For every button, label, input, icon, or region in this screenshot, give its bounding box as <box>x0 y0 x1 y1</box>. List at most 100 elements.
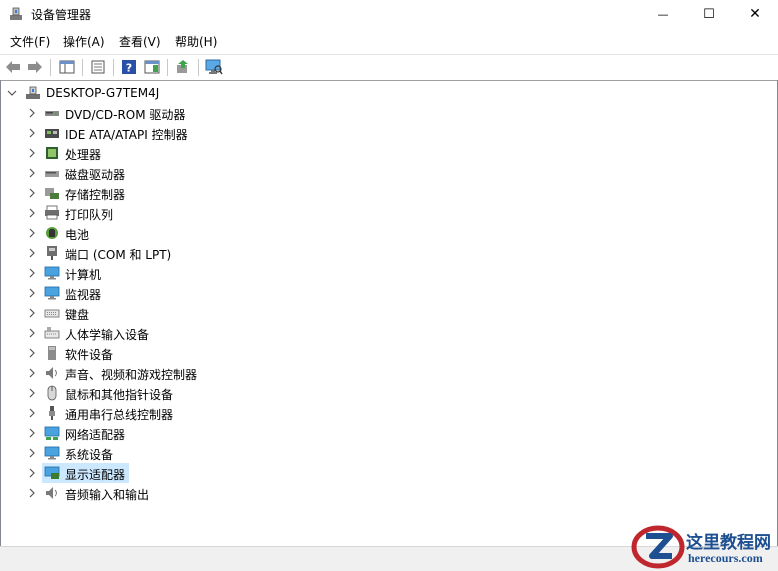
tree-item[interactable]: 软件设备 <box>1 343 777 363</box>
forward-button[interactable] <box>25 58 45 76</box>
tree-item[interactable]: 人体学输入设备 <box>1 323 777 343</box>
tree-item[interactable]: DVD/CD-ROM 驱动器 <box>1 103 777 123</box>
tree-item-label: 网络适配器 <box>65 428 126 442</box>
processor-icon <box>46 147 58 159</box>
chevron-right-icon[interactable] <box>27 466 37 480</box>
console-tree-icon <box>59 60 75 74</box>
tree-item[interactable]: 电池 <box>1 223 777 243</box>
chevron-right-icon[interactable] <box>27 226 37 240</box>
watermark-site: herecours.com <box>688 551 763 565</box>
menu-action[interactable]: 操作(A) <box>63 33 105 50</box>
tree-item[interactable]: 计算机 <box>1 263 777 283</box>
maximize-icon: ☐ <box>703 6 715 22</box>
minimize-icon: — <box>657 7 669 21</box>
chevron-right-icon[interactable] <box>27 166 37 180</box>
menu-file[interactable]: 文件(F) <box>10 33 50 50</box>
close-button[interactable]: ✕ <box>732 0 778 28</box>
chevron-right-icon[interactable] <box>27 346 37 360</box>
watermark-logo: 这里教程网 herecours.com <box>630 522 778 570</box>
tree-item[interactable]: 端口 (COM 和 LPT) <box>1 243 777 263</box>
tree-item-label: 系统设备 <box>65 448 114 462</box>
tree-item-label: 打印队列 <box>65 208 114 222</box>
menu-view[interactable]: 查看(V) <box>119 33 161 50</box>
toolbar-separator <box>198 59 199 76</box>
chevron-right-icon[interactable] <box>27 146 37 160</box>
chevron-right-icon[interactable] <box>27 326 37 340</box>
tree-item-label: 处理器 <box>65 148 102 162</box>
tree-item[interactable]: 鼠标和其他指针设备 <box>1 383 777 403</box>
tree-root[interactable]: DESKTOP-G7TEM4J <box>1 83 777 103</box>
watermark-z-icon <box>631 525 685 569</box>
keyboard-icon <box>44 309 60 318</box>
tree-item[interactable]: 网络适配器 <box>1 423 777 443</box>
scan-hardware-button[interactable] <box>204 58 224 76</box>
computer-icon <box>44 266 60 280</box>
chevron-down-icon[interactable] <box>7 86 17 100</box>
chevron-right-icon[interactable] <box>27 426 37 440</box>
tree-item[interactable]: 声音、视频和游戏控制器 <box>1 363 777 383</box>
tree-item-label: 通用串行总线控制器 <box>65 408 174 422</box>
close-icon: ✕ <box>749 6 761 22</box>
menu-bar: 文件(F) 操作(A) 查看(V) 帮助(H) <box>0 30 778 52</box>
tree-item[interactable]: 音频输入和输出 <box>1 483 777 503</box>
port-icon <box>47 246 57 260</box>
chevron-right-icon[interactable] <box>27 186 37 200</box>
chevron-right-icon[interactable] <box>27 386 37 400</box>
chevron-right-icon[interactable] <box>27 486 37 500</box>
menu-help[interactable]: 帮助(H) <box>175 33 217 50</box>
tree-item-label: 电池 <box>65 228 90 242</box>
minimize-button[interactable]: — <box>640 0 686 28</box>
tree-item[interactable]: IDE ATA/ATAPI 控制器 <box>1 123 777 143</box>
tree-item[interactable]: 存储控制器 <box>1 183 777 203</box>
ide-controller-icon <box>45 129 59 138</box>
chevron-right-icon[interactable] <box>27 306 37 320</box>
printer-icon <box>45 205 59 220</box>
chevron-right-icon[interactable] <box>27 106 37 120</box>
maximize-button[interactable]: ☐ <box>686 0 732 28</box>
properties-button[interactable] <box>88 58 108 76</box>
action-pane-icon <box>144 60 160 74</box>
tree-item[interactable]: 监视器 <box>1 283 777 303</box>
tree-item[interactable]: 打印队列 <box>1 203 777 223</box>
chevron-right-icon[interactable] <box>27 406 37 420</box>
storage-controller-icon <box>45 188 59 199</box>
chevron-right-icon[interactable] <box>27 286 37 300</box>
tree-item-label: 存储控制器 <box>65 188 126 202</box>
tree-item-label: 人体学输入设备 <box>65 328 150 342</box>
back-button[interactable] <box>3 58 23 76</box>
device-tree[interactable]: DESKTOP-G7TEM4J DVD/CD-ROM 驱动器 IDE ATA/AT… <box>0 80 778 546</box>
computer-root-icon <box>26 86 40 99</box>
window-title: 设备管理器 <box>31 8 92 22</box>
chevron-right-icon[interactable] <box>27 366 37 380</box>
chevron-right-icon[interactable] <box>27 246 37 260</box>
show-hide-console-tree-button[interactable] <box>57 58 77 76</box>
tree-item-label: 显示适配器 <box>65 468 126 482</box>
help-button[interactable]: ? <box>119 58 139 76</box>
toolbar-separator <box>50 59 51 76</box>
tree-item-label: 键盘 <box>65 308 90 322</box>
chevron-right-icon[interactable] <box>27 266 37 280</box>
tree-item[interactable]: 处理器 <box>1 143 777 163</box>
toolbar-separator <box>82 59 83 76</box>
chevron-right-icon[interactable] <box>27 446 37 460</box>
back-arrow-icon <box>6 61 20 73</box>
tree-item-label: IDE ATA/ATAPI 控制器 <box>65 128 188 142</box>
tree-item[interactable]: 系统设备 <box>1 443 777 463</box>
update-driver-button[interactable] <box>173 58 193 76</box>
battery-icon <box>46 227 58 239</box>
tree-item[interactable]: 键盘 <box>1 303 777 323</box>
help-icon: ? <box>122 60 136 75</box>
toolbar-separator <box>167 59 168 76</box>
chevron-right-icon[interactable] <box>27 206 37 220</box>
hid-icon <box>44 327 60 339</box>
software-device-icon <box>48 346 56 360</box>
mouse-icon <box>47 385 57 401</box>
tree-item-label: DVD/CD-ROM 驱动器 <box>65 108 186 122</box>
tree-item[interactable]: 显示适配器 <box>1 463 777 483</box>
tree-item[interactable]: 磁盘驱动器 <box>1 163 777 183</box>
system-device-icon <box>44 446 60 460</box>
action-pane-button[interactable] <box>142 58 162 76</box>
dvd-drive-icon <box>45 111 59 116</box>
tree-item[interactable]: 通用串行总线控制器 <box>1 403 777 423</box>
chevron-right-icon[interactable] <box>27 126 37 140</box>
